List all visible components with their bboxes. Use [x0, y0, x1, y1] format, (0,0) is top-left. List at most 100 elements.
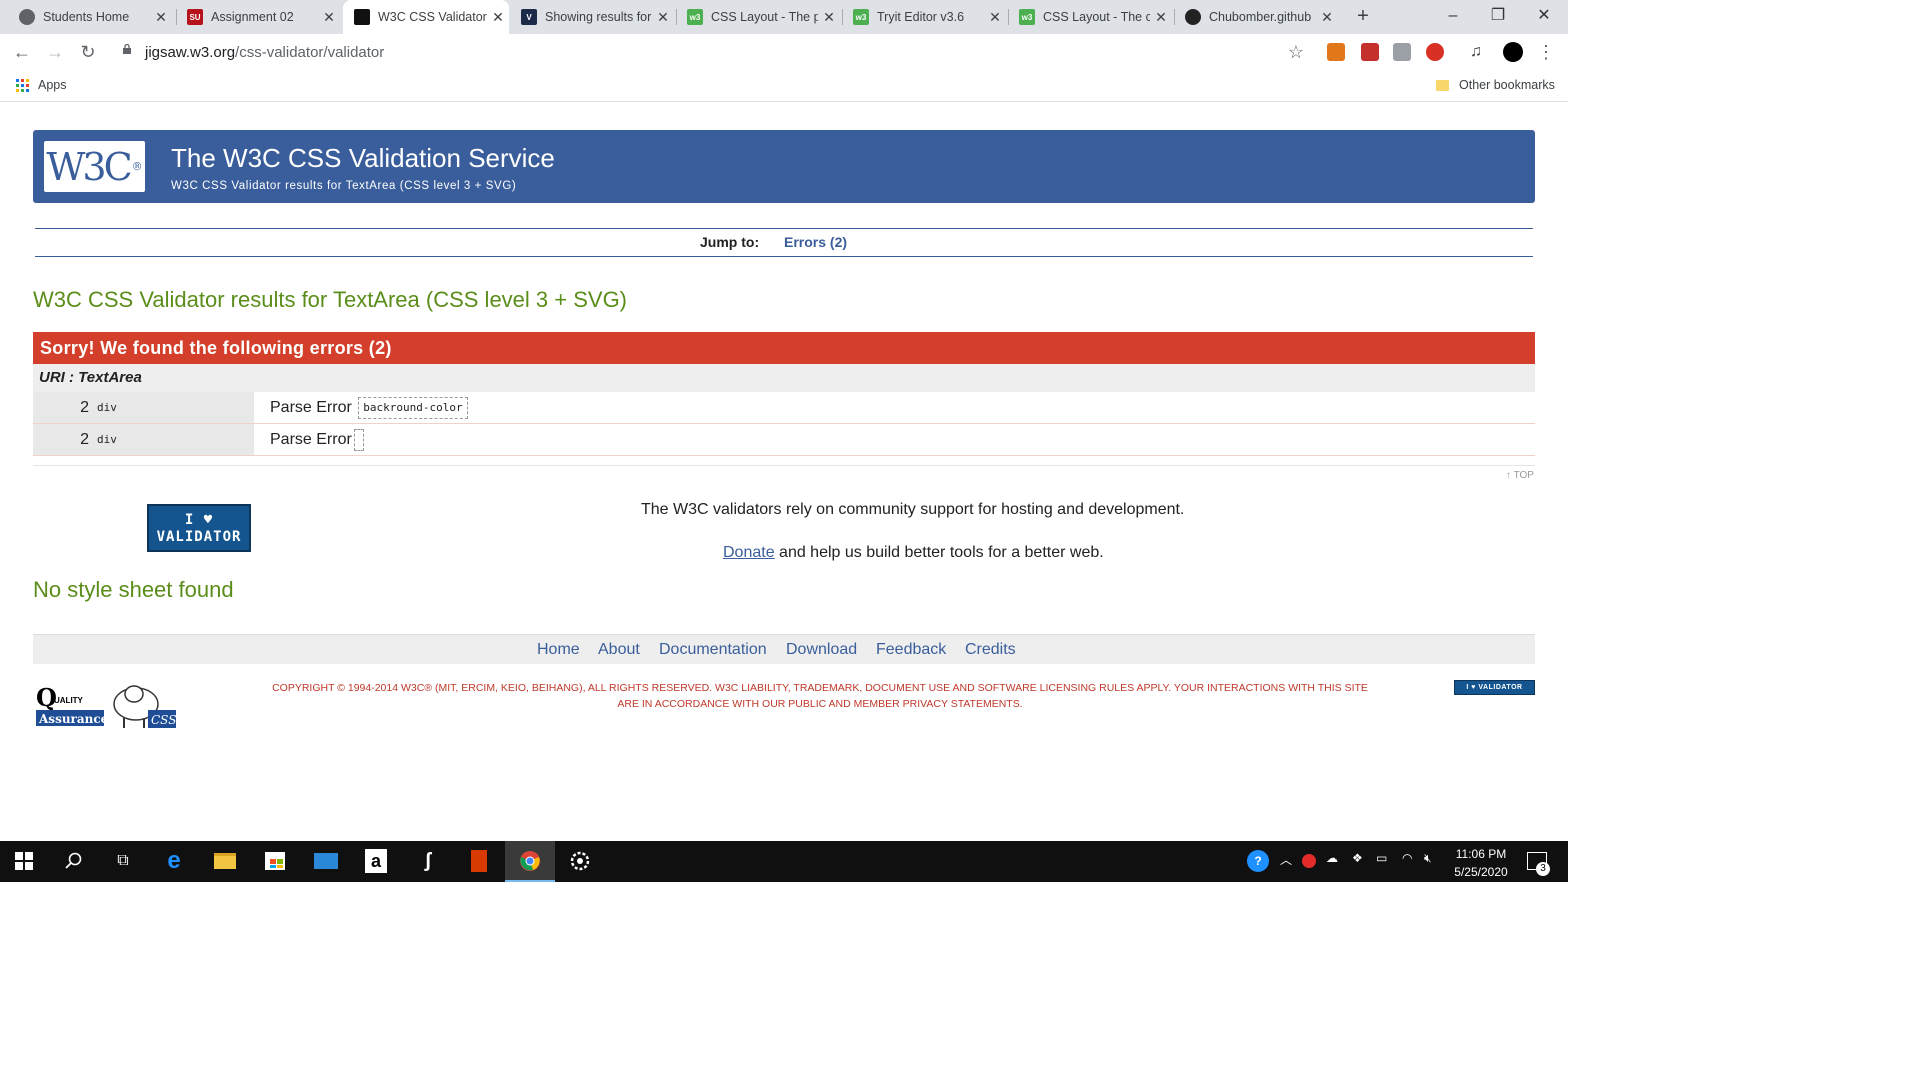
onedrive-cloud-icon[interactable]: ☁	[1326, 851, 1338, 865]
close-tab-icon[interactable]: ✕	[487, 9, 509, 26]
tab-css-layout-2[interactable]: w3 CSS Layout - The c ✕	[1008, 0, 1172, 34]
css-sheep-logo[interactable]: CSS	[108, 680, 178, 730]
error-context: div	[93, 392, 254, 423]
i-love-validator-badge[interactable]: I ♥ VALIDATOR	[147, 504, 251, 552]
w3c-logo[interactable]: W3C ®	[44, 141, 145, 192]
error-code: backround-color	[358, 396, 468, 419]
jump-errors-link[interactable]: Errors (2)	[784, 234, 847, 250]
tab-title: Chubomber.github	[1209, 10, 1312, 24]
bookmark-star-icon[interactable]: ☆	[1284, 41, 1308, 63]
footer-link-download[interactable]: Download	[786, 641, 857, 659]
mini-validator-badge[interactable]: I ♥ VALIDATOR	[1454, 680, 1535, 695]
tab-title: Assignment 02	[211, 10, 294, 24]
tab-assignment[interactable]: SU Assignment 02 ✕	[176, 0, 340, 34]
system-clock[interactable]: 11:06 PM 5/25/2020	[1448, 845, 1514, 881]
donate-link[interactable]: Donate	[723, 544, 775, 561]
file-explorer-icon[interactable]	[213, 849, 237, 873]
error-message: Parse Error backround-color	[270, 392, 468, 423]
ublock-extension-icon[interactable]	[1361, 43, 1379, 61]
github-icon	[1185, 9, 1201, 25]
tab-title: Tryit Editor v3.6	[877, 10, 965, 24]
quality-assurance-logo[interactable]: Q UALITY Assurance	[36, 684, 104, 726]
search-icon[interactable]	[62, 849, 86, 873]
store-icon[interactable]	[263, 849, 287, 873]
tab-students-home[interactable]: Students Home ✕	[8, 0, 172, 34]
badge-line-1: I ♥	[184, 512, 214, 528]
task-view-icon[interactable]: ⧉	[111, 849, 135, 873]
copyright-line-2: ARE IN ACCORDANCE WITH OUR PUBLIC AND ME…	[617, 697, 1023, 710]
dropbox-icon[interactable]: ❖	[1352, 851, 1363, 865]
close-tab-icon[interactable]: ✕	[150, 9, 172, 26]
apps-grid-icon	[16, 79, 30, 93]
windows-start-icon[interactable]	[12, 849, 36, 873]
close-tab-icon[interactable]: ✕	[984, 9, 1006, 26]
back-to-top-link[interactable]: ↑ TOP	[1506, 470, 1534, 481]
red-extension-icon[interactable]	[1426, 43, 1444, 61]
close-tab-icon[interactable]: ✕	[652, 9, 674, 26]
maximize-button[interactable]: ❐	[1475, 0, 1521, 32]
antivirus-tray-icon[interactable]	[1302, 854, 1316, 868]
tab-css-layout-1[interactable]: w3 CSS Layout - The p ✕	[676, 0, 840, 34]
forward-button[interactable]: →	[43, 41, 67, 63]
close-tab-icon[interactable]: ✕	[1316, 9, 1338, 26]
error-message-text: Parse Error	[270, 399, 352, 416]
error-context: div	[93, 424, 254, 455]
tab-tryit-editor[interactable]: w3 Tryit Editor v3.6 ✕	[842, 0, 1006, 34]
wifi-icon[interactable]: ◠	[1402, 851, 1412, 865]
chevron-up-icon[interactable]: ︿	[1280, 851, 1292, 868]
amazon-icon[interactable]: a	[365, 849, 387, 873]
footer-link-credits[interactable]: Credits	[965, 641, 1016, 659]
error-row: 2 div Parse Error backround-color	[33, 392, 1535, 424]
tab-github[interactable]: Chubomber.github ✕	[1174, 0, 1338, 34]
reload-button[interactable]: ↻	[76, 41, 100, 63]
tab-title: CSS Layout - The c	[1043, 10, 1150, 24]
edge-browser-icon[interactable]: e	[162, 847, 186, 874]
volume-muted-icon[interactable]: 🔇︎	[1424, 851, 1432, 866]
back-button[interactable]: ←	[10, 41, 34, 63]
minimize-button[interactable]: –	[1430, 0, 1476, 32]
close-tab-icon[interactable]: ✕	[1150, 9, 1172, 26]
error-line-number: 2	[33, 424, 93, 455]
error-row: 2 div Parse Error	[33, 424, 1535, 456]
settings-gear-icon[interactable]	[568, 849, 592, 873]
copyright-line-1: COPYRIGHT © 1994-2014 W3C® (MIT, ERCIM, …	[272, 682, 1368, 694]
close-tab-icon[interactable]: ✕	[818, 9, 840, 26]
battery-icon[interactable]: ▭	[1376, 851, 1387, 865]
w3schools-icon: w3	[853, 9, 869, 25]
office-icon[interactable]	[467, 849, 491, 873]
donate-rest-text: and help us build better tools for a bet…	[774, 544, 1104, 561]
app-s-icon[interactable]: ʃ	[416, 849, 440, 873]
metamask-extension-icon[interactable]	[1327, 43, 1345, 61]
footer-link-feedback[interactable]: Feedback	[876, 641, 946, 659]
tab-title: CSS Layout - The p	[711, 10, 818, 24]
help-icon[interactable]: ?	[1247, 850, 1269, 872]
tab-showing-results[interactable]: V Showing results for ✕	[510, 0, 674, 34]
mail-icon[interactable]	[314, 849, 338, 873]
footer-link-home[interactable]: Home	[537, 641, 580, 659]
badge-line-2: VALIDATOR	[156, 529, 242, 545]
new-tab-button[interactable]: +	[1352, 5, 1374, 27]
profile-avatar[interactable]	[1503, 42, 1523, 62]
w3schools-icon: w3	[687, 9, 703, 25]
notification-count-badge: 3	[1536, 862, 1550, 876]
address-bar[interactable]: jigsaw.w3.org/css-validator/validator	[145, 44, 384, 61]
grey-extension-icon[interactable]	[1393, 43, 1411, 61]
apps-bookmark[interactable]: Apps	[38, 78, 67, 92]
error-code	[353, 428, 364, 451]
other-bookmarks[interactable]: Other bookmarks	[1436, 78, 1555, 92]
footer-link-about[interactable]: About	[598, 641, 640, 659]
footer-link-documentation[interactable]: Documentation	[659, 641, 767, 659]
tab-title: Showing results for	[545, 10, 652, 24]
media-control-icon[interactable]: ♫	[1470, 43, 1488, 61]
close-tab-icon[interactable]: ✕	[318, 9, 340, 26]
donate-line: Donate and help us build better tools fo…	[723, 544, 1104, 562]
folder-icon	[1436, 79, 1449, 91]
close-window-button[interactable]: ✕	[1521, 0, 1567, 32]
error-line-number: 2	[33, 392, 93, 423]
tab-title: W3C CSS Validator	[378, 10, 487, 24]
tab-w3c-validator[interactable]: W3C CSS Validator ✕	[343, 0, 509, 34]
search-favicon-icon: V	[521, 9, 537, 25]
menu-dots-icon[interactable]: ⋮	[1534, 41, 1558, 63]
university-logo-icon: SU	[187, 9, 203, 25]
chrome-icon[interactable]	[518, 849, 542, 873]
